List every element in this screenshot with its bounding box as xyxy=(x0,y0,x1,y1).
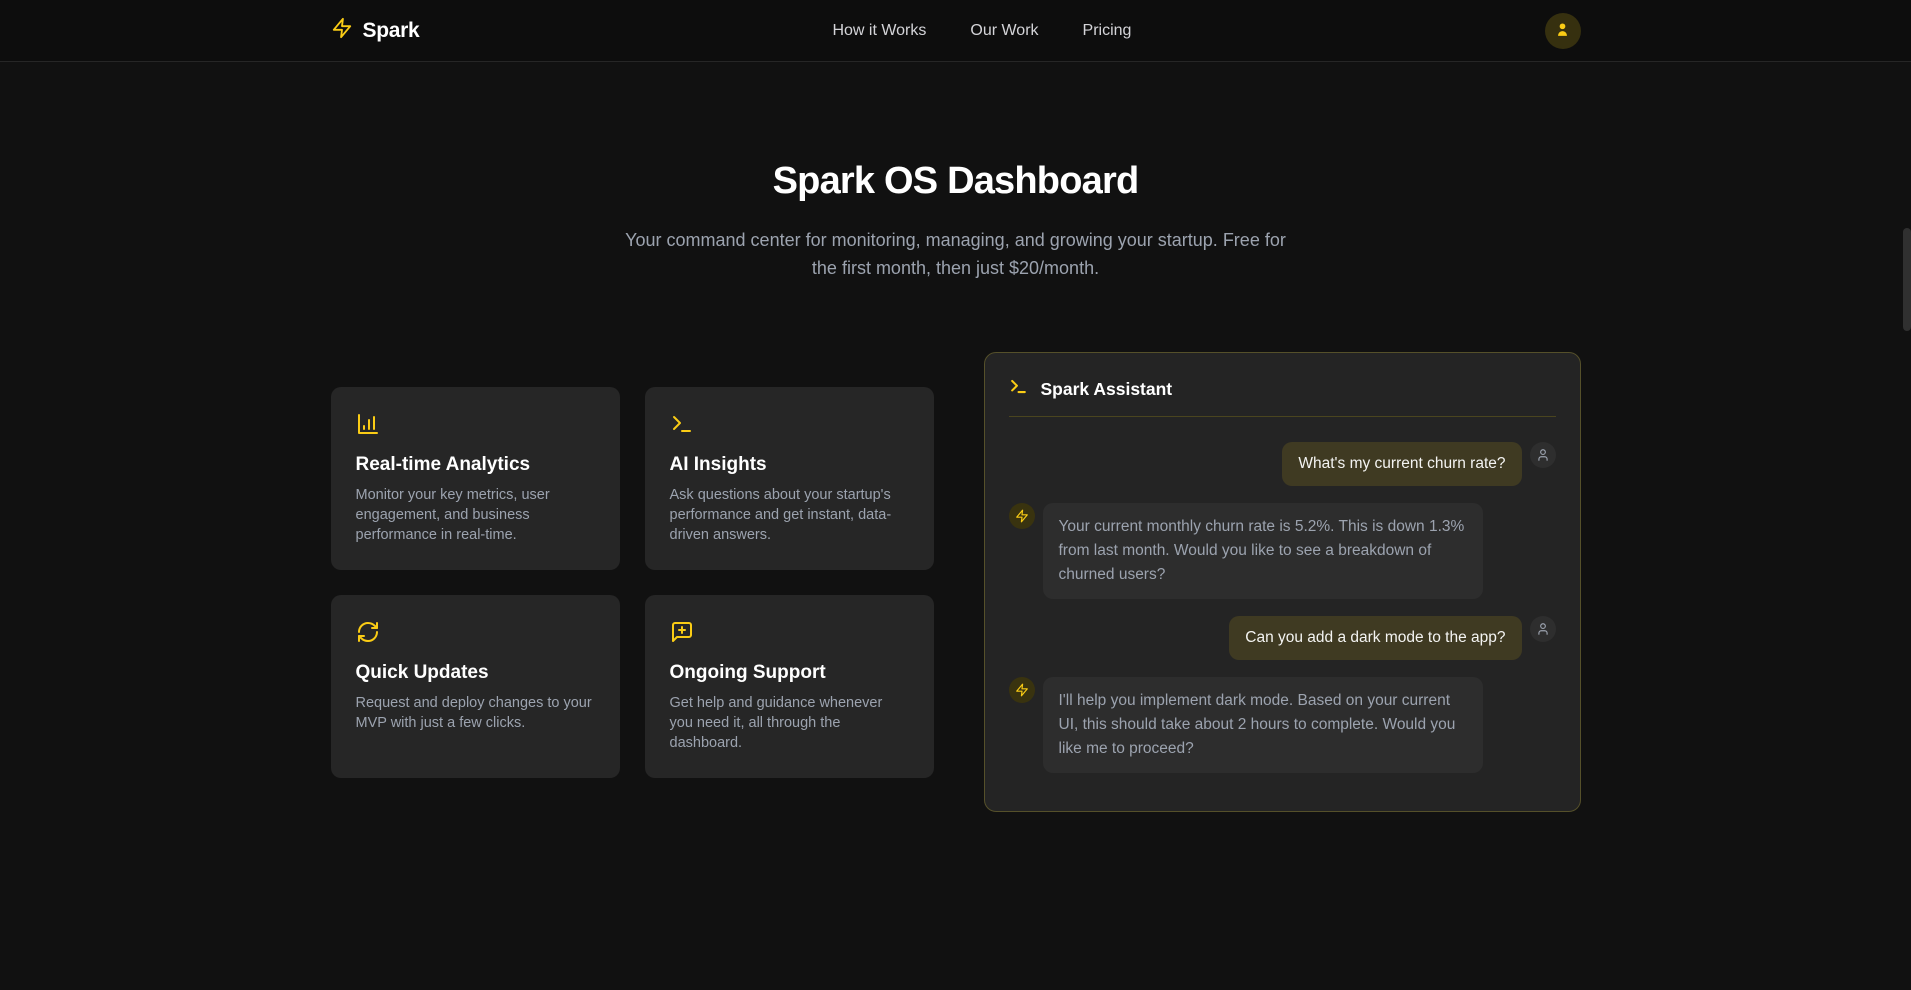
user-bubble: What's my current churn rate? xyxy=(1282,442,1521,486)
page-subtitle: Your command center for monitoring, mana… xyxy=(618,226,1294,282)
vertical-scrollbar-thumb[interactable] xyxy=(1903,228,1911,331)
feature-card-quick-updates: Quick Updates Request and deploy changes… xyxy=(331,595,620,778)
chat-message-user: What's my current churn rate? xyxy=(1009,442,1556,486)
navbar-inner: Spark How it Works Our Work Pricing xyxy=(331,0,1581,61)
bar-chart-icon xyxy=(356,412,595,436)
nav-links: How it Works Our Work Pricing xyxy=(832,22,1131,40)
chat-message-user: Can you add a dark mode to the app? xyxy=(1009,616,1556,660)
user-icon xyxy=(1536,448,1550,462)
feature-title: Real-time Analytics xyxy=(356,454,595,476)
user-avatar xyxy=(1530,616,1556,642)
user-icon xyxy=(1536,622,1550,636)
feature-description: Monitor your key metrics, user engagemen… xyxy=(356,485,595,545)
user-avatar xyxy=(1530,442,1556,468)
chat-message-list: What's my current churn rate? Your curre… xyxy=(985,417,1580,811)
brand-name: Spark xyxy=(363,19,420,43)
zap-icon xyxy=(1015,683,1029,697)
hero-section: Spark OS Dashboard Your command center f… xyxy=(0,62,1911,282)
terminal-icon xyxy=(670,412,909,436)
nav-link-pricing[interactable]: Pricing xyxy=(1083,22,1132,40)
assistant-avatar xyxy=(1009,677,1035,703)
terminal-icon xyxy=(1009,377,1028,401)
zap-icon xyxy=(1015,509,1029,523)
feature-title: Ongoing Support xyxy=(670,662,909,684)
user-avatar-button[interactable] xyxy=(1545,13,1581,49)
assistant-panel: Spark Assistant What's my current churn … xyxy=(984,352,1581,812)
chat-message-assistant: I'll help you implement dark mode. Based… xyxy=(1009,677,1556,773)
feature-description: Get help and guidance whenever you need … xyxy=(670,693,909,753)
page-title: Spark OS Dashboard xyxy=(0,160,1911,203)
nav-link-our-work[interactable]: Our Work xyxy=(970,22,1038,40)
zap-icon xyxy=(331,17,353,44)
user-icon xyxy=(1554,21,1571,41)
feature-title: AI Insights xyxy=(670,454,909,476)
assistant-title: Spark Assistant xyxy=(1041,379,1173,400)
feature-card-ongoing-support: Ongoing Support Get help and guidance wh… xyxy=(645,595,934,778)
main-content: Real-time Analytics Monitor your key met… xyxy=(331,352,1581,812)
message-plus-icon xyxy=(670,620,909,644)
assistant-bubble: Your current monthly churn rate is 5.2%.… xyxy=(1043,503,1483,599)
user-bubble: Can you add a dark mode to the app? xyxy=(1229,616,1521,660)
assistant-avatar xyxy=(1009,503,1035,529)
feature-title: Quick Updates xyxy=(356,662,595,684)
navbar: Spark How it Works Our Work Pricing xyxy=(0,0,1911,62)
feature-description: Ask questions about your startup's perfo… xyxy=(670,485,909,545)
feature-description: Request and deploy changes to your MVP w… xyxy=(356,693,595,733)
features-grid: Real-time Analytics Monitor your key met… xyxy=(331,387,934,778)
refresh-icon xyxy=(356,620,595,644)
brand-logo[interactable]: Spark xyxy=(331,17,420,44)
assistant-header: Spark Assistant xyxy=(985,353,1580,416)
assistant-bubble: I'll help you implement dark mode. Based… xyxy=(1043,677,1483,773)
nav-link-how-it-works[interactable]: How it Works xyxy=(832,22,926,40)
chat-message-assistant: Your current monthly churn rate is 5.2%.… xyxy=(1009,503,1556,599)
feature-card-analytics: Real-time Analytics Monitor your key met… xyxy=(331,387,620,570)
feature-card-ai-insights: AI Insights Ask questions about your sta… xyxy=(645,387,934,570)
